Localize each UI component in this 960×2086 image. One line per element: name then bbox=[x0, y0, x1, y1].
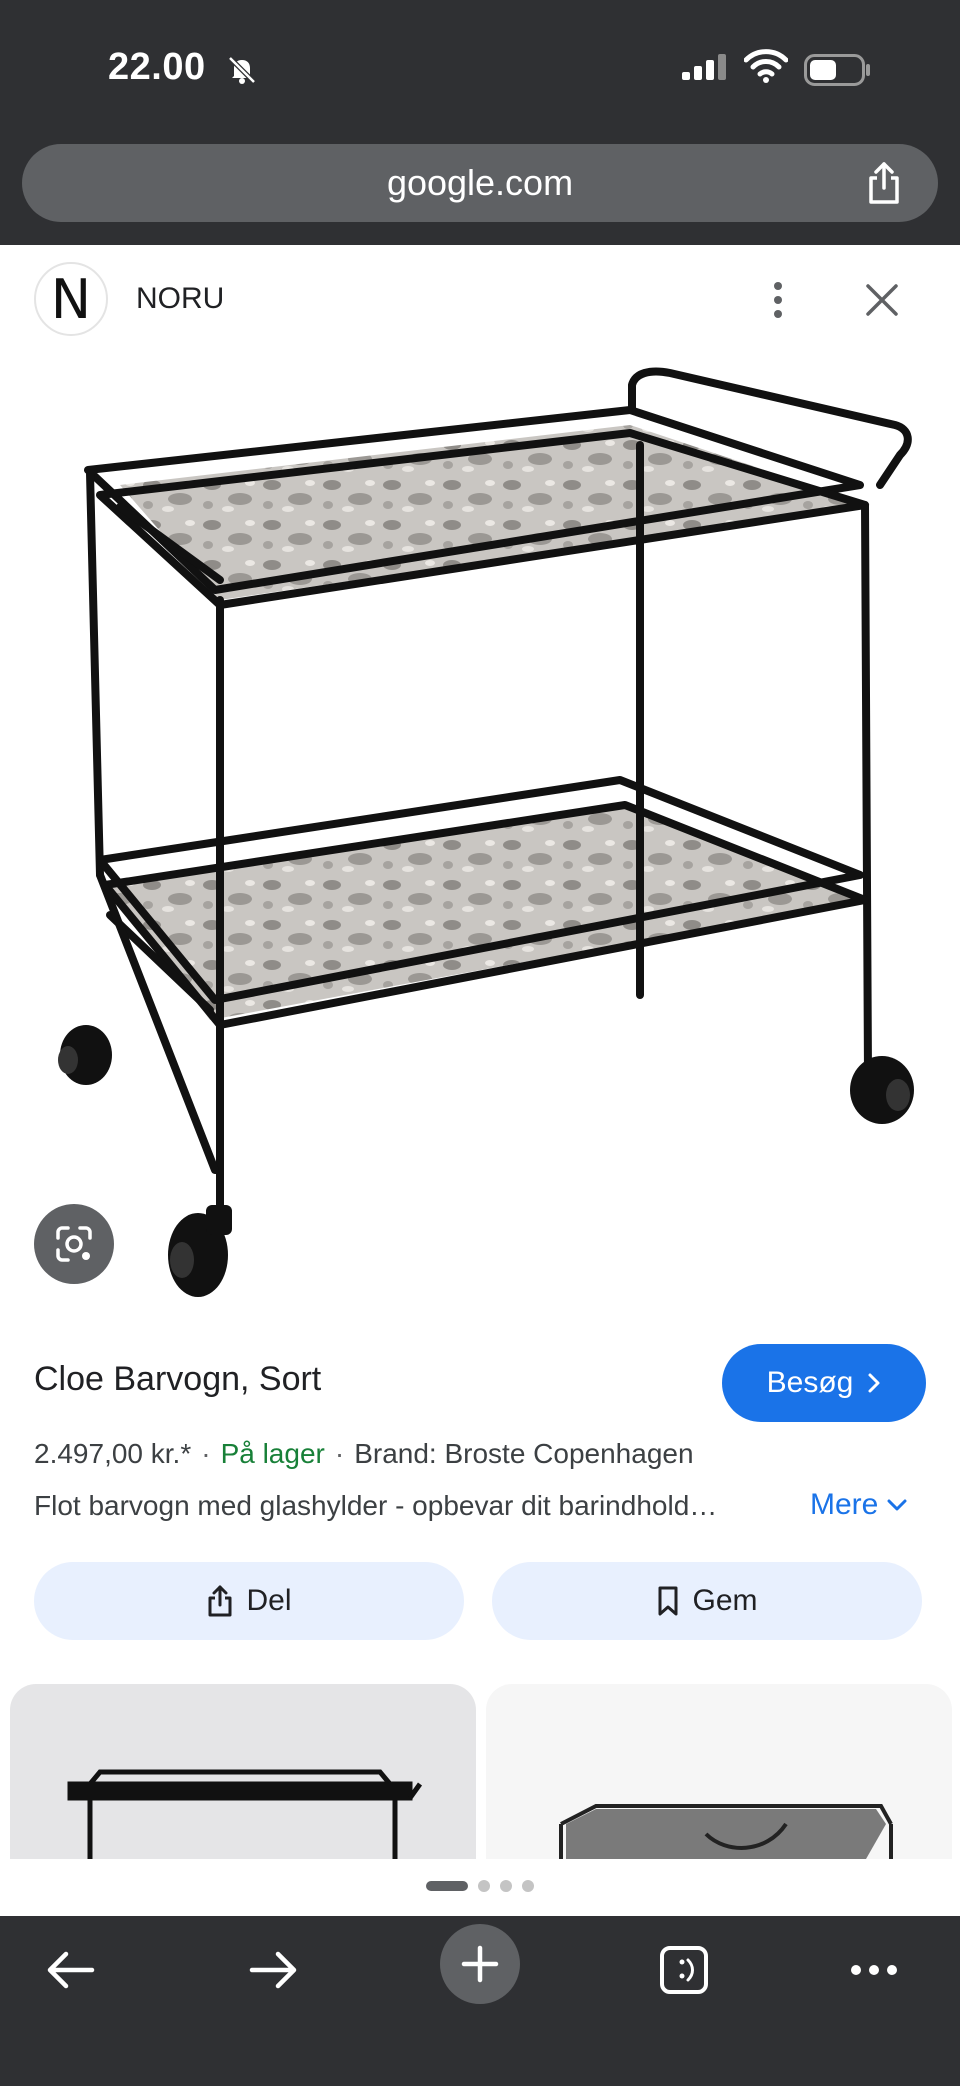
related-image[interactable] bbox=[10, 1684, 476, 1859]
save-button[interactable]: Gem bbox=[492, 1562, 922, 1640]
plus-icon bbox=[461, 1945, 499, 1983]
carousel-dot bbox=[478, 1880, 490, 1892]
tabs-button[interactable] bbox=[644, 1930, 724, 2010]
carousel-dot-active bbox=[426, 1881, 468, 1891]
lens-icon bbox=[56, 1226, 92, 1262]
more-button[interactable]: Mere bbox=[810, 1488, 908, 1522]
related-product-image bbox=[559, 1804, 893, 1859]
kebab-menu-icon[interactable] bbox=[764, 278, 792, 322]
forward-button[interactable] bbox=[234, 1930, 314, 2010]
chevron-right-icon bbox=[868, 1373, 880, 1393]
related-product-image bbox=[67, 1769, 423, 1859]
chevron-down-icon bbox=[887, 1499, 907, 1511]
bell-off-icon bbox=[228, 56, 256, 84]
related-image[interactable] bbox=[486, 1684, 952, 1859]
source-logo[interactable]: N bbox=[34, 262, 108, 336]
lens-button[interactable] bbox=[34, 1204, 114, 1284]
share-button[interactable]: Del bbox=[34, 1562, 464, 1640]
stock-status: På lager bbox=[220, 1438, 325, 1469]
status-bar: 22.00 bbox=[0, 0, 960, 130]
forward-arrow-icon bbox=[249, 1951, 297, 1989]
source-logo-letter: N bbox=[50, 267, 92, 331]
share-icon[interactable] bbox=[864, 160, 904, 206]
product-image[interactable] bbox=[20, 355, 940, 1315]
back-arrow-icon bbox=[47, 1951, 95, 1989]
more-label: Mere bbox=[810, 1488, 879, 1521]
visit-button-label: Besøg bbox=[766, 1366, 854, 1399]
address-bar[interactable]: google.com bbox=[22, 144, 938, 222]
back-button[interactable] bbox=[30, 1930, 110, 2010]
close-icon[interactable] bbox=[862, 280, 902, 320]
more-menu-button[interactable] bbox=[834, 1930, 914, 2010]
share-label: Del bbox=[246, 1584, 292, 1617]
url-text[interactable]: google.com bbox=[22, 162, 938, 204]
product-meta: 2.497,00 kr.* · På lager · Brand: Broste Cop… bbox=[34, 1438, 694, 1469]
carousel-indicator bbox=[426, 1880, 534, 1892]
more-icon bbox=[851, 1965, 897, 1975]
wifi-icon bbox=[744, 49, 788, 83]
bookmark-icon bbox=[658, 1586, 678, 1616]
visit-button[interactable]: Besøg bbox=[722, 1344, 926, 1422]
carousel-dot bbox=[522, 1880, 534, 1892]
product-brand: Brand: Broste Copenhagen bbox=[354, 1438, 694, 1469]
carousel-dot bbox=[500, 1880, 512, 1892]
tabs-icon bbox=[660, 1946, 708, 1994]
signal-icon bbox=[682, 54, 726, 80]
product-title: Cloe Barvogn, Sort bbox=[34, 1360, 322, 1398]
share-icon bbox=[208, 1585, 232, 1617]
source-name[interactable]: NORU bbox=[136, 282, 224, 316]
status-time: 22.00 bbox=[108, 46, 206, 88]
new-tab-button[interactable] bbox=[440, 1924, 520, 2004]
product-price: 2.497,00 kr.* bbox=[34, 1438, 192, 1469]
save-label: Gem bbox=[692, 1584, 758, 1617]
product-description: Flot barvogn med glashylder - opbevar di… bbox=[34, 1490, 718, 1521]
battery-icon bbox=[804, 54, 870, 86]
